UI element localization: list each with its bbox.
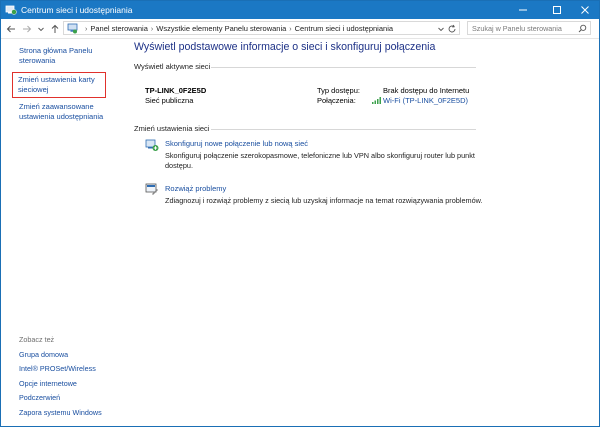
search-box[interactable]: Szukaj w Panelu sterowania [467,21,591,35]
breadcrumb-path: › Panel sterowania › Wszystkie elementy Pan… [82,23,393,35]
maximize-icon [553,6,561,14]
breadcrumb-item-control-panel[interactable]: Panel sterowania [90,24,148,33]
arrow-left-icon [6,25,15,33]
arrow-right-icon [23,25,32,33]
divider [211,129,476,130]
divider [211,67,476,68]
connections-label: Połączenia: [317,96,356,105]
sidebar-item-home[interactable]: Strona główna Panelu sterowania [19,46,114,66]
page-title: Wyświetl podstawowe informacje o sieci i… [134,41,436,53]
refresh-icon[interactable] [447,24,457,34]
close-button[interactable] [573,1,597,19]
arrow-up-icon [51,24,59,33]
network-name: TP-LINK_0F2E5D [145,86,207,95]
see-also-firewall[interactable]: Zapora systemu Windows [19,408,102,418]
window-title: Centrum sieci i udostępniania [21,5,133,15]
breadcrumb-item-network-center[interactable]: Centrum sieci i udostępniania [295,24,393,33]
close-icon [581,6,589,14]
sidebar-item-advanced-sharing[interactable]: Zmień zaawansowane ustawienia udostępnia… [19,102,114,122]
see-also-internet-options[interactable]: Opcje internetowe [19,379,77,389]
network-category: Sieć publiczna [145,96,194,105]
sidebar-item-adapter-settings[interactable]: Zmień ustawienia karty sieciowej [12,72,106,98]
new-connection-description: Skonfiguruj połączenie szerokopasmowe, t… [165,151,475,170]
breadcrumb-separator: › [150,26,154,33]
wifi-signal-icon [372,97,381,104]
minimize-button[interactable] [511,1,535,19]
access-type-value: Brak dostępu do Internetu [383,86,470,95]
up-button[interactable] [49,23,61,35]
wifi-connection-link[interactable]: Wi-Fi (TP-LINK_0F2E5D) [383,96,468,105]
minimize-icon [519,9,527,11]
back-button[interactable] [5,23,17,35]
maximize-button[interactable] [545,1,569,19]
troubleshoot-icon [145,183,158,195]
see-also-heading: Zobacz też [19,335,55,344]
main-content: Wyświetl podstawowe informacje o sieci i… [123,39,599,426]
network-center-icon [5,5,17,15]
chevron-down-icon [38,27,44,32]
recent-locations-button[interactable] [35,23,47,35]
chevron-down-icon[interactable] [437,25,445,33]
breadcrumb[interactable]: › Panel sterowania › Wszystkie elementy Pan… [63,21,460,35]
change-settings-heading: Zmień ustawienia sieci [134,124,210,133]
troubleshoot-link[interactable]: Rozwiąż problemy [165,184,226,193]
breadcrumb-separator: › [289,26,292,33]
window: Centrum sieci i udostępniania › Panel st… [0,0,600,427]
see-also-homegroup[interactable]: Grupa domowa [19,350,68,360]
active-networks-heading: Wyświetl aktywne sieci [134,62,211,71]
control-panel-icon [67,23,78,34]
new-connection-link[interactable]: Skonfiguruj nowe połączenie lub nową sie… [165,139,308,148]
see-also-infrared[interactable]: Podczerwień [19,393,60,403]
forward-button[interactable] [21,23,33,35]
left-pane: Strona główna Panelu sterowania Zmień us… [1,39,123,426]
search-placeholder: Szukaj w Panelu sterowania [472,24,562,33]
address-bar: › Panel sterowania › Wszystkie elementy Pan… [1,19,599,39]
search-icon [578,24,587,33]
troubleshoot-description: Zdiagnozuj i rozwiąż problemy z siecią l… [165,196,483,205]
new-connection-icon [145,139,159,151]
see-also-proset-wireless[interactable]: Intel® PROSet/Wireless [19,364,96,374]
breadcrumb-item-all-items[interactable]: Wszystkie elementy Panelu sterowania [156,24,286,33]
title-bar[interactable]: Centrum sieci i udostępniania [1,1,599,19]
access-type-label: Typ dostępu: [317,86,360,95]
